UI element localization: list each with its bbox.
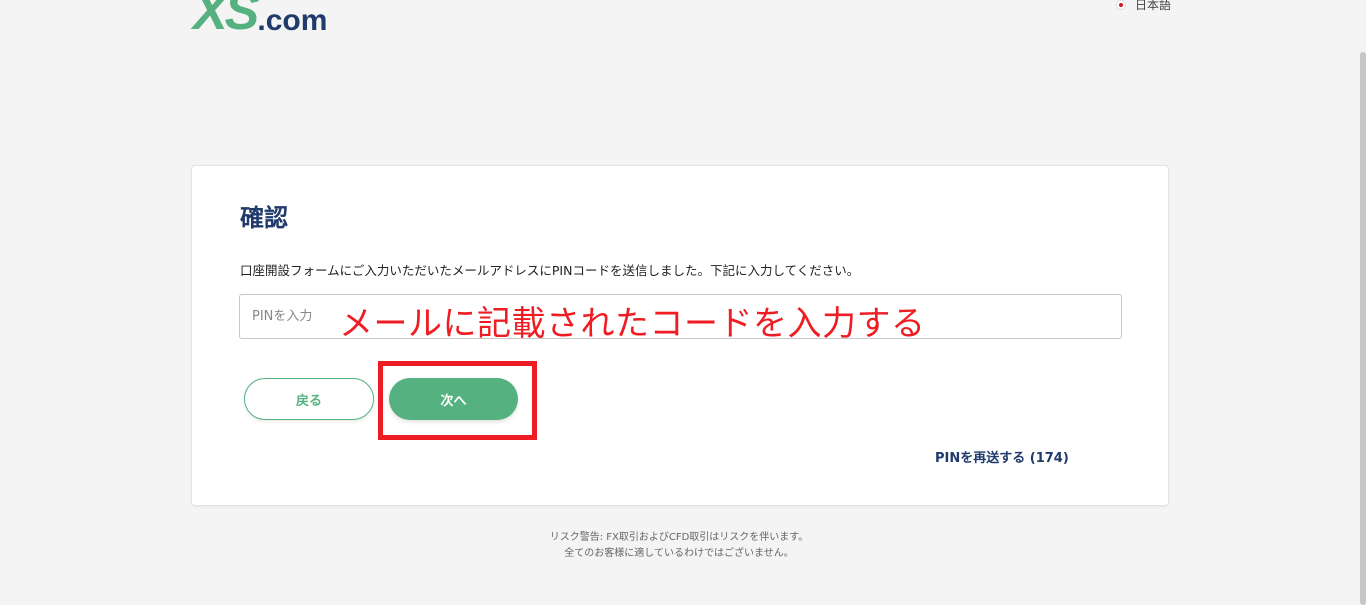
japan-flag-icon — [1116, 0, 1126, 10]
next-button[interactable]: 次へ — [389, 378, 518, 420]
back-button[interactable]: 戻る — [244, 378, 374, 420]
page-title: 確認 — [240, 204, 288, 232]
resend-pin-link[interactable]: PINを再送する (174) — [935, 447, 1069, 466]
language-selector[interactable]: 日本語 — [1116, 0, 1171, 13]
verification-card: 確認 口座開設フォームにご入力いただいたメールアドレスにPINコードを送信しまし… — [191, 165, 1169, 506]
logo-mark: XS — [193, 0, 259, 41]
xs-logo[interactable]: XS .com — [193, 0, 327, 38]
scrollbar-thumb[interactable] — [1360, 52, 1366, 605]
pin-input[interactable] — [239, 294, 1122, 339]
instruction-text: 口座開設フォームにご入力いただいたメールアドレスにPINコードを送信しました。下… — [240, 263, 860, 278]
page: XS .com 日本語 確認 口座開設フォームにご入力いただいたメールアドレスに… — [0, 0, 1366, 605]
risk-warning: リスク警告: FX取引およびCFD取引はリスクを伴います。 全てのお客様に適して… — [0, 530, 1358, 562]
scrollbar-track[interactable] — [1358, 0, 1366, 605]
risk-warning-line-2: 全てのお客様に適しているわけではございません。 — [564, 548, 794, 559]
language-label: 日本語 — [1135, 0, 1172, 12]
risk-warning-line-1: リスク警告: FX取引およびCFD取引はリスクを伴います。 — [549, 532, 809, 543]
logo-suffix: .com — [257, 4, 328, 37]
